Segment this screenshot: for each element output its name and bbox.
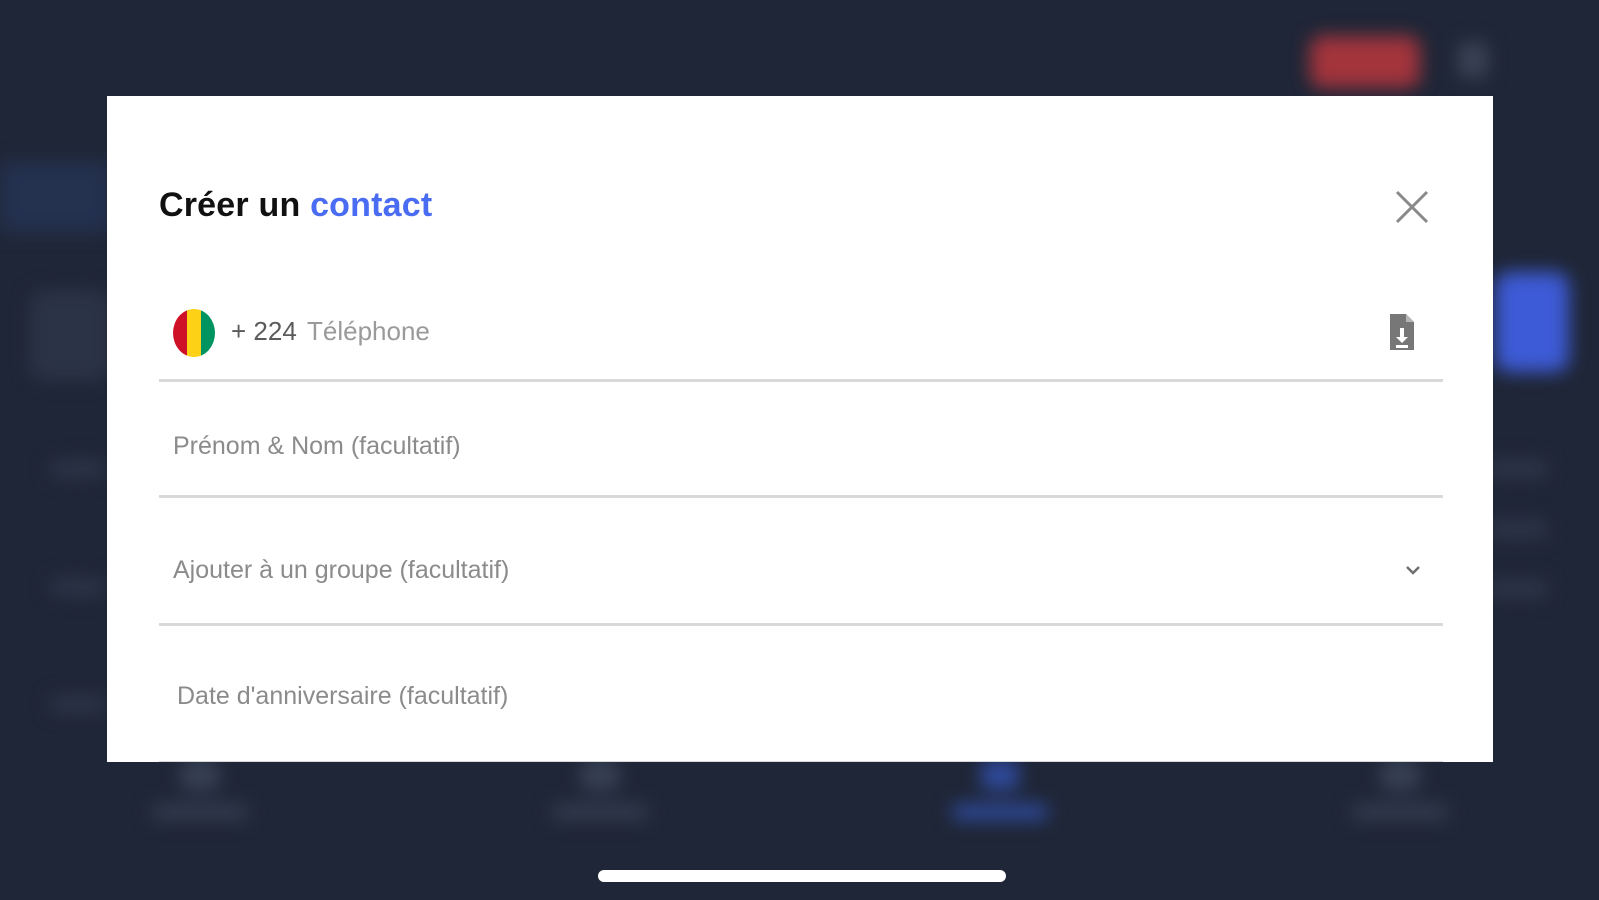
background-line: [1488, 460, 1548, 478]
dial-code[interactable]: + 224: [231, 316, 297, 347]
tab-bar-item: [1340, 760, 1460, 840]
guinea-flag-icon[interactable]: [173, 309, 215, 357]
background-line: [1488, 520, 1548, 538]
header-badge: [1310, 36, 1420, 88]
group-select[interactable]: Ajouter à un groupe (facultatif): [159, 506, 1443, 626]
phone-field[interactable]: + 224 Téléphone: [159, 272, 1443, 382]
birthday-input[interactable]: Date d'anniversaire (facultatif): [177, 682, 508, 711]
modal-title: Créer un contact: [159, 186, 1441, 225]
contact-file-icon[interactable]: [1387, 310, 1417, 354]
background-line: [50, 578, 106, 596]
app-logo: [108, 20, 288, 82]
chevron-down-icon[interactable]: [1401, 558, 1425, 582]
name-input[interactable]: Prénom & Nom (facultatif): [173, 432, 461, 461]
create-contact-modal: Créer un contact + 224 Téléphone Prénom …: [107, 96, 1493, 762]
name-field[interactable]: Prénom & Nom (facultatif): [159, 388, 1443, 498]
modal-header: Créer un contact: [159, 186, 1441, 236]
background-action-card: [1495, 272, 1569, 372]
header-icon: [1458, 42, 1488, 78]
background-line: [50, 695, 106, 713]
background-line: [1488, 580, 1548, 598]
screen: Créer un contact + 224 Téléphone Prénom …: [0, 0, 1599, 900]
background-tab: [0, 162, 110, 232]
phone-input[interactable]: Téléphone: [307, 316, 430, 347]
title-accent: contact: [310, 186, 433, 224]
birthday-field[interactable]: Date d'anniversaire (facultatif): [159, 636, 1443, 762]
tab-bar-item: [940, 760, 1060, 840]
background-card: [30, 290, 110, 380]
tab-bar-item: [140, 760, 260, 840]
title-prefix: Créer un: [159, 186, 301, 224]
group-input[interactable]: Ajouter à un groupe (facultatif): [173, 556, 509, 585]
close-icon[interactable]: [1393, 188, 1431, 226]
background-line: [50, 460, 106, 478]
home-indicator: [598, 870, 1006, 882]
tab-bar-item: [540, 760, 660, 840]
